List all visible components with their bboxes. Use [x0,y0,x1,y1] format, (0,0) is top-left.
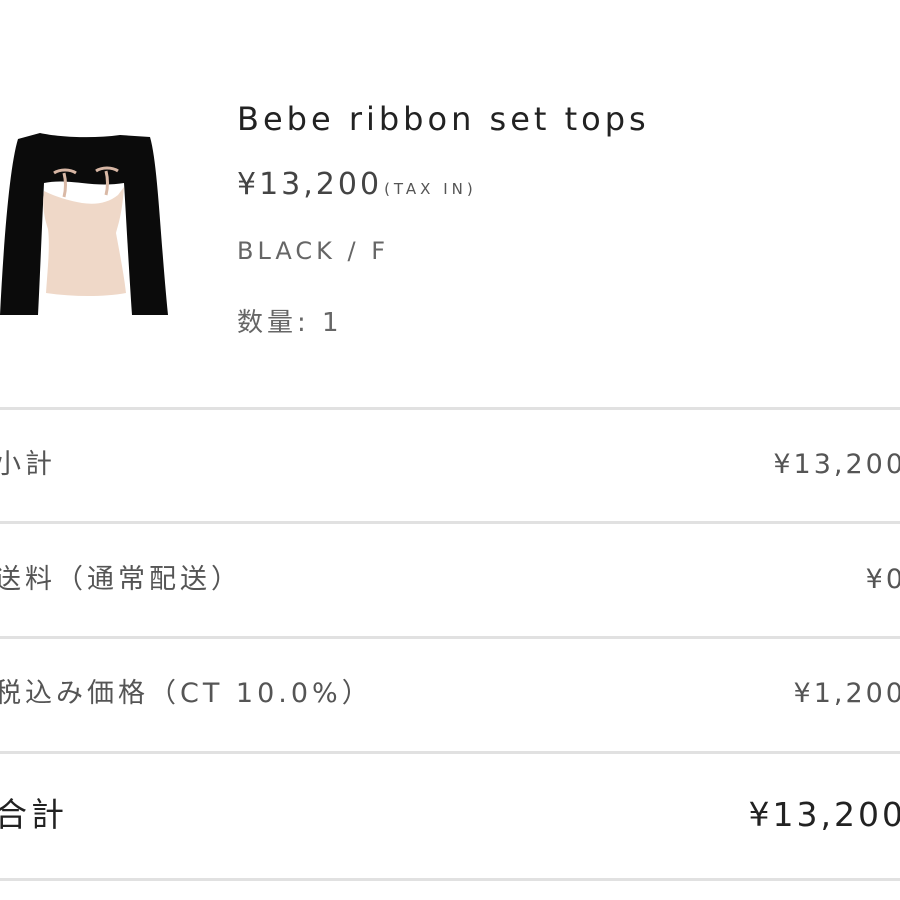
subtotal-row: 小計 ¥13,200 [0,445,900,485]
divider [0,636,900,639]
shipping-value: ¥0 [865,564,900,595]
tax-label: 税込み価格（CT 10.0%） [0,678,373,709]
total-label: 合計 [0,795,68,834]
subtotal-label: 小計 [0,449,56,480]
product-quantity: 数量: 1 [237,308,343,338]
tax-value: ¥1,200 [793,678,900,709]
product-thumbnail-icon [0,133,168,315]
divider [0,521,900,524]
shipping-row: 送料（通常配送） ¥0 [0,560,900,600]
product-price-value: ¥13,200 [237,167,383,202]
total-row: 合計 ¥13,200 [0,795,900,835]
product-image[interactable] [0,125,168,320]
divider [0,878,900,881]
shipping-label: 送料（通常配送） [0,564,242,595]
product-price: ¥13,200 (TAX IN) [237,167,477,202]
subtotal-value: ¥13,200 [773,449,900,480]
product-variant: BLACK / F [237,237,390,265]
tax-included-note: (TAX IN) [384,180,477,198]
tax-row: 税込み価格（CT 10.0%） ¥1,200 [0,674,900,714]
divider [0,407,900,410]
total-value: ¥13,200 [748,795,900,834]
product-name[interactable]: Bebe ribbon set tops [237,100,650,138]
divider [0,751,900,754]
